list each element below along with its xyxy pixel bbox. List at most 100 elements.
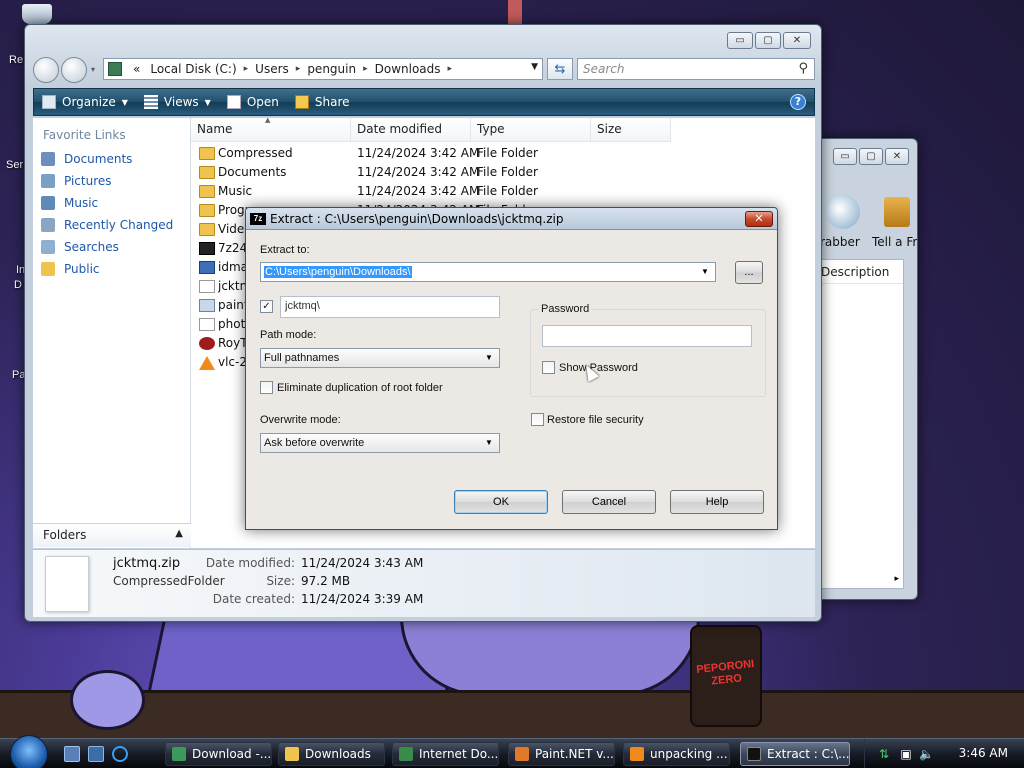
maximize-button[interactable]: ▢ bbox=[859, 148, 883, 165]
desktop-icon-label[interactable]: D bbox=[14, 279, 22, 291]
column-header-size[interactable]: Size bbox=[591, 118, 671, 142]
subfolder-input[interactable]: jcktmq\ bbox=[280, 296, 500, 318]
extract-dialog[interactable]: 7z Extract : C:\Users\penguin\Downloads\… bbox=[245, 207, 778, 530]
start-button[interactable] bbox=[10, 735, 48, 768]
chevron-down-icon[interactable]: ▼ bbox=[482, 436, 496, 450]
search-input[interactable]: Search ⚲ bbox=[577, 58, 815, 80]
volume-muted-icon[interactable]: 🔈 bbox=[919, 747, 934, 761]
favorite-pictures[interactable]: Pictures bbox=[33, 170, 190, 192]
chevron-right-icon[interactable]: ▸ bbox=[294, 64, 303, 74]
scroll-right-arrow[interactable]: ▸ bbox=[894, 574, 899, 584]
restore-security-checkbox[interactable] bbox=[531, 413, 544, 426]
chevron-right-icon[interactable]: ▸ bbox=[242, 64, 251, 74]
folder-icon bbox=[199, 185, 215, 198]
details-size-label: Size: bbox=[266, 574, 295, 588]
close-button[interactable]: ✕ bbox=[783, 32, 811, 49]
eliminate-duplication-checkbox[interactable] bbox=[260, 381, 273, 394]
desktop-icon-label[interactable]: Ser bbox=[6, 159, 23, 171]
taskbar-item-download[interactable]: Download -... bbox=[165, 742, 272, 766]
app-icon bbox=[199, 337, 215, 350]
chevron-down-icon[interactable]: ▼ bbox=[698, 265, 712, 279]
taskbar-item-unpacking[interactable]: unpacking ... bbox=[623, 742, 730, 766]
7zip-icon bbox=[199, 242, 215, 255]
file-thumbnail bbox=[45, 556, 89, 612]
eliminate-duplication-label[interactable]: Eliminate duplication of root folder bbox=[277, 382, 443, 394]
favorite-documents[interactable]: Documents bbox=[33, 148, 190, 170]
path-mode-select[interactable]: Full pathnames ▼ bbox=[260, 348, 500, 368]
subfolder-checkbox[interactable]: ✓ bbox=[260, 300, 273, 313]
pictures-icon bbox=[41, 174, 55, 188]
password-input[interactable] bbox=[542, 325, 752, 347]
taskbar-item-paint-net[interactable]: Paint.NET v... bbox=[508, 742, 615, 766]
show-desktop-icon[interactable] bbox=[64, 746, 80, 762]
chevron-right-icon[interactable]: ▸ bbox=[446, 64, 455, 74]
help-button[interactable]: Help bbox=[670, 490, 764, 514]
tell-friend-icon[interactable] bbox=[884, 197, 910, 227]
restore-security-label[interactable]: Restore file security bbox=[547, 414, 644, 426]
forward-button[interactable] bbox=[61, 57, 87, 83]
cancel-button[interactable]: Cancel bbox=[562, 490, 656, 514]
back-button[interactable] bbox=[33, 57, 59, 83]
maximize-button[interactable]: ▢ bbox=[755, 32, 781, 49]
wallpaper-can: PEPORONI ZERO bbox=[690, 625, 762, 727]
desktop-icon-label[interactable]: Re bbox=[9, 54, 23, 66]
show-password-checkbox[interactable] bbox=[542, 361, 555, 374]
breadcrumb-penguin[interactable]: penguin bbox=[302, 62, 361, 76]
ok-button[interactable]: OK bbox=[454, 490, 548, 514]
open-button[interactable]: Open bbox=[219, 89, 287, 115]
favorite-music[interactable]: Music bbox=[33, 192, 190, 214]
views-button[interactable]: Views ▼ bbox=[136, 89, 219, 115]
dialog-title-bar[interactable]: 7z Extract : C:\Users\penguin\Downloads\… bbox=[246, 208, 777, 230]
internet-explorer-icon[interactable] bbox=[112, 746, 128, 762]
command-bar: Organize ▼ Views ▼ Open Share ? bbox=[33, 88, 815, 116]
browse-button[interactable]: ... bbox=[735, 261, 763, 284]
wallpaper-pole bbox=[508, 0, 522, 24]
taskbar-item-extract[interactable]: Extract : C:\... bbox=[740, 742, 850, 766]
description-column-header[interactable]: Description bbox=[821, 260, 903, 284]
table-row[interactable]: Documents 11/24/2024 3:42 AM File Folder bbox=[191, 163, 611, 182]
table-row[interactable]: Compressed 11/24/2024 3:42 AM File Folder bbox=[191, 144, 611, 163]
dialog-body: Extract to: C:\Users\penguin\Downloads\ … bbox=[246, 231, 777, 529]
table-row[interactable]: Music 11/24/2024 3:42 AM File Folder bbox=[191, 182, 611, 201]
network-activity-icon[interactable]: ⇅ bbox=[877, 747, 891, 761]
network-icon[interactable]: ▣ bbox=[899, 747, 913, 761]
breadcrumb-overflow[interactable]: « bbox=[128, 62, 145, 76]
address-bar[interactable]: « Local Disk (C:) ▸ Users ▸ penguin ▸ Do… bbox=[103, 58, 543, 80]
column-header-date[interactable]: Date modified bbox=[351, 118, 471, 142]
recent-pages-dropdown[interactable]: ▾ bbox=[91, 65, 95, 74]
clock[interactable]: 3:46 AM bbox=[959, 746, 1008, 760]
close-button[interactable]: ✕ bbox=[745, 211, 773, 227]
overwrite-mode-select[interactable]: Ask before overwrite ▼ bbox=[260, 433, 500, 453]
show-password-label[interactable]: Show Password bbox=[559, 362, 638, 374]
grabber-label[interactable]: rabber bbox=[820, 235, 860, 249]
close-button[interactable]: ✕ bbox=[885, 148, 909, 165]
organize-button[interactable]: Organize ▼ bbox=[34, 89, 136, 115]
recycle-bin-icon[interactable] bbox=[22, 4, 58, 26]
grabber-icon[interactable] bbox=[826, 195, 860, 229]
favorite-searches[interactable]: Searches bbox=[33, 236, 190, 258]
column-header-type[interactable]: Type bbox=[471, 118, 591, 142]
chevron-down-icon[interactable]: ▼ bbox=[482, 351, 496, 365]
breadcrumb-users[interactable]: Users bbox=[250, 62, 294, 76]
column-header-name[interactable]: Name ▲ bbox=[191, 116, 351, 142]
minimize-button[interactable]: ▭ bbox=[833, 148, 857, 165]
background-window[interactable]: ▭ ▢ ✕ rabber Tell a Fr Description ▸ bbox=[820, 138, 918, 600]
taskbar-item-internet-download[interactable]: Internet Do... bbox=[392, 742, 499, 766]
extract-to-combobox[interactable]: C:\Users\penguin\Downloads\ ▼ bbox=[260, 262, 716, 282]
share-button[interactable]: Share bbox=[287, 89, 358, 115]
taskbar-item-downloads[interactable]: Downloads bbox=[278, 742, 385, 766]
folders-toggle[interactable]: Folders ▲ bbox=[33, 523, 191, 547]
chevron-right-icon[interactable]: ▸ bbox=[361, 64, 370, 74]
switch-windows-icon[interactable] bbox=[88, 746, 104, 762]
help-icon[interactable]: ? bbox=[790, 94, 806, 110]
address-row: ▾ « Local Disk (C:) ▸ Users ▸ penguin ▸ … bbox=[33, 55, 815, 83]
breadcrumb-local-disk[interactable]: Local Disk (C:) bbox=[145, 62, 241, 76]
search-icon[interactable]: ⚲ bbox=[798, 61, 808, 76]
tell-friend-label[interactable]: Tell a Fr bbox=[872, 235, 917, 249]
refresh-button[interactable]: ⇆ bbox=[547, 58, 573, 80]
favorite-recently-changed[interactable]: Recently Changed bbox=[33, 214, 190, 236]
favorite-public[interactable]: Public bbox=[33, 258, 190, 280]
breadcrumb-downloads[interactable]: Downloads bbox=[370, 62, 446, 76]
minimize-button[interactable]: ▭ bbox=[727, 32, 753, 49]
chevron-down-icon[interactable]: ▼ bbox=[531, 62, 538, 72]
